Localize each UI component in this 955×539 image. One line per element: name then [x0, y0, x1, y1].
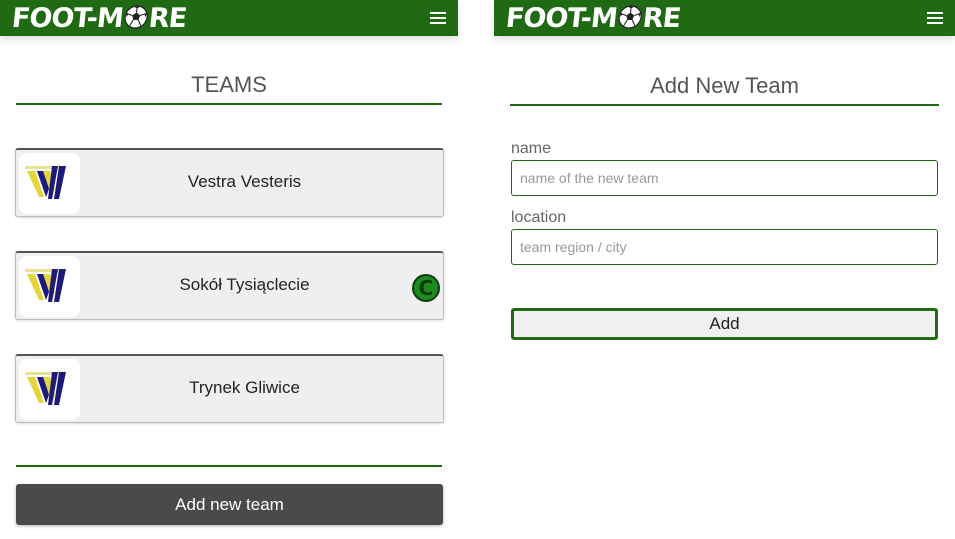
captain-badge-letter: C	[419, 276, 434, 300]
team-name: Trynek Gliwice	[189, 378, 300, 397]
team-logo-icon	[19, 256, 80, 317]
navbar: FOOT-M RE	[0, 0, 458, 36]
soccer-ball-icon	[617, 5, 644, 29]
teams-screen: FOOT-M RE TEAMS Vestra Vesteris Sokół Tys…	[0, 0, 458, 539]
logo-text-right: RE	[641, 2, 682, 34]
location-label: location	[511, 209, 567, 226]
app-logo[interactable]: FOOT-M RE	[504, 1, 682, 35]
team-card[interactable]: Trynek Gliwice	[15, 354, 444, 423]
navbar: FOOT-M RE	[494, 0, 955, 36]
team-location-input[interactable]	[511, 229, 938, 265]
logo-text-left: FOOT-M	[504, 2, 619, 34]
form-title: Add New Team	[650, 73, 799, 98]
team-card[interactable]: Vestra Vesteris	[15, 148, 444, 217]
team-logo-icon	[19, 359, 80, 420]
title-divider	[16, 103, 442, 105]
add-team-screen: FOOT-M RE Add New Team name location Add	[494, 0, 955, 539]
logo-text-right: RE	[147, 2, 188, 34]
soccer-ball-icon	[123, 5, 150, 29]
logo-text-left: FOOT-M	[10, 2, 125, 34]
team-logo-icon	[19, 153, 80, 214]
add-new-team-button[interactable]: Add new team	[16, 484, 443, 525]
team-name: Vestra Vesteris	[187, 172, 302, 191]
captain-badge-icon: C	[412, 274, 440, 302]
app-logo[interactable]: FOOT-M RE	[10, 1, 188, 35]
add-submit-button[interactable]: Add	[511, 308, 938, 340]
page-title: TEAMS	[191, 72, 267, 97]
title-divider	[510, 104, 939, 106]
hamburger-menu-icon[interactable]	[430, 12, 446, 24]
team-card[interactable]: Sokół Tysiąclecie C	[15, 251, 444, 320]
team-name-input[interactable]	[511, 160, 938, 196]
list-divider	[16, 465, 442, 467]
name-label: name	[511, 140, 552, 157]
team-name: Sokół Tysiąclecie	[179, 275, 310, 294]
hamburger-menu-icon[interactable]	[927, 12, 943, 24]
